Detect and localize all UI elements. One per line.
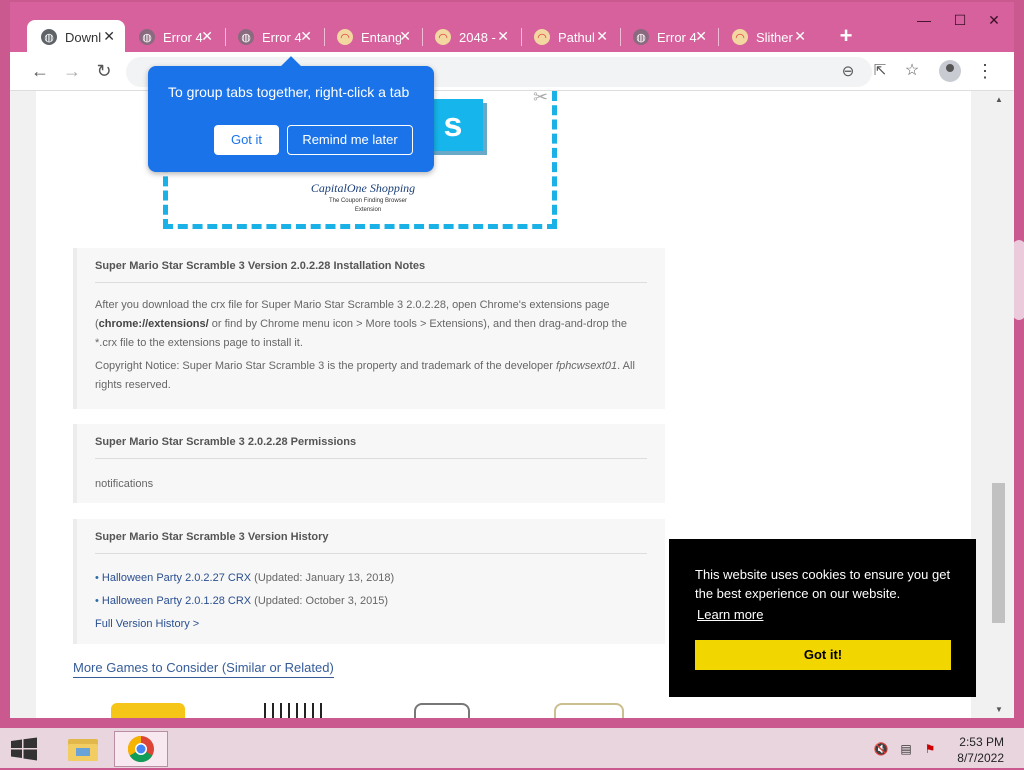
- network-icon[interactable]: ▤: [898, 742, 914, 756]
- close-icon[interactable]: ✕: [596, 29, 608, 43]
- clock-time: 2:53 PM: [959, 735, 1004, 749]
- globe-icon: ◍: [139, 29, 155, 45]
- tab-title: Error 4: [657, 29, 697, 45]
- text-segment: Copyright Notice: Super Mario Star Scram…: [95, 360, 557, 372]
- copyright-notice: Copyright Notice: Super Mario Star Scram…: [95, 357, 647, 395]
- version-history-card: Super Mario Star Scramble 3 Version Hist…: [73, 519, 665, 644]
- tab-error-2[interactable]: ◍ Error 4 ✕: [224, 20, 322, 54]
- close-icon[interactable]: ✕: [300, 29, 312, 43]
- history-entry: • Halloween Party 2.0.1.28 CRX (Updated:…: [95, 592, 647, 611]
- forward-button[interactable]: →: [60, 60, 84, 82]
- game-thumbnail[interactable]: [554, 703, 624, 718]
- history-link[interactable]: Halloween Party 2.0.2.27 CRX: [102, 572, 251, 584]
- page-scrollbar[interactable]: ▲ ▼: [990, 91, 1008, 718]
- rainbow-icon: ◠: [435, 29, 451, 45]
- close-window-button[interactable]: ✕: [982, 10, 1006, 30]
- game-thumbnail[interactable]: [414, 703, 470, 718]
- cookie-banner: This website uses cookies to ensure you …: [669, 539, 976, 697]
- globe-icon: ◍: [633, 29, 649, 45]
- permissions-card: Super Mario Star Scramble 3 2.0.2.28 Per…: [73, 424, 665, 503]
- close-icon[interactable]: ✕: [399, 29, 411, 43]
- chrome-icon: [127, 735, 154, 763]
- tab-title: 2048 -: [459, 29, 496, 45]
- tab-groups-tooltip: To group tabs together, right-click a ta…: [148, 56, 434, 172]
- maximize-button[interactable]: ☐: [948, 10, 972, 30]
- tab-entangled[interactable]: ◠ Entang ✕: [323, 20, 421, 54]
- windows-taskbar: 🔇 ▤ ⚑ 2:53 PM 8/7/2022: [0, 728, 1024, 768]
- scroll-up-arrow[interactable]: ▲: [994, 95, 1004, 104]
- minimize-button[interactable]: —: [912, 10, 936, 30]
- tab-error-3[interactable]: ◍ Error 4 ✕: [619, 20, 717, 54]
- zoom-icon[interactable]: ⊖: [836, 61, 860, 83]
- tooltip-remind-later-button[interactable]: Remind me later: [287, 125, 413, 155]
- bookmark-star-icon[interactable]: ☆: [900, 60, 924, 82]
- game-thumbnail[interactable]: [264, 703, 328, 718]
- profile-avatar[interactable]: [939, 60, 961, 82]
- more-games-heading[interactable]: More Games to Consider (Similar or Relat…: [73, 660, 334, 678]
- chrome-menu-icon[interactable]: ⋮: [976, 60, 994, 82]
- history-date: (Updated: October 3, 2015): [254, 595, 389, 607]
- reload-button[interactable]: ↻: [92, 60, 116, 82]
- capital-one-logo: CapitalOne Shopping: [310, 181, 416, 195]
- close-icon[interactable]: ✕: [794, 29, 806, 43]
- promo-subtitle: The Coupon Finding Browser Extension: [328, 198, 408, 213]
- tab-title: Slither: [756, 29, 793, 45]
- bullet: •: [95, 572, 99, 584]
- tab-title: Error 4: [163, 29, 203, 45]
- cookie-message: This website uses cookies to ensure you …: [695, 567, 951, 601]
- scroll-down-arrow[interactable]: ▼: [994, 705, 1004, 714]
- tab-title: Entang: [361, 29, 401, 45]
- chrome-taskbar-button[interactable]: [114, 731, 168, 767]
- tab-title: Downl: [65, 29, 102, 45]
- volume-muted-icon[interactable]: 🔇: [873, 742, 889, 756]
- tab-title: Error 4: [262, 29, 302, 45]
- install-notes-paragraph: After you download the crx file for Supe…: [95, 296, 647, 353]
- action-center-alert-icon[interactable]: ⚑: [922, 742, 938, 756]
- close-icon[interactable]: ✕: [497, 29, 509, 43]
- globe-icon: ◍: [238, 29, 254, 45]
- full-version-history-link[interactable]: Full Version History >: [95, 618, 199, 630]
- tab-download[interactable]: ◍ Downl ✕: [27, 20, 125, 54]
- tooltip-text: To group tabs together, right-click a ta…: [168, 84, 410, 100]
- tab-strip: ◍ Downl ✕ ◍ Error 4 ✕ ◍ Error 4 ✕ ◠ Enta…: [10, 2, 1014, 54]
- close-icon[interactable]: ✕: [103, 29, 115, 43]
- scroll-thumb[interactable]: [992, 483, 1005, 623]
- rainbow-icon: ◠: [732, 29, 748, 45]
- history-link[interactable]: Halloween Party 2.0.1.28 CRX: [102, 595, 251, 607]
- game-thumbnail[interactable]: [111, 703, 185, 718]
- file-explorer-taskbar-button[interactable]: [56, 731, 110, 767]
- share-icon[interactable]: ⇱: [868, 60, 892, 82]
- bullet: •: [95, 595, 99, 607]
- tooltip-got-it-button[interactable]: Got it: [214, 125, 279, 155]
- close-icon[interactable]: ✕: [201, 29, 213, 43]
- install-notes-card: Super Mario Star Scramble 3 Version 2.0.…: [73, 248, 665, 409]
- close-icon[interactable]: ✕: [695, 29, 707, 43]
- new-tab-button[interactable]: +: [834, 22, 858, 50]
- extensions-url: chrome://extensions/: [98, 318, 209, 330]
- rainbow-icon: ◠: [534, 29, 550, 45]
- clock-date: 8/7/2022: [957, 751, 1004, 765]
- developer-name: fphcwsext01: [556, 360, 618, 372]
- back-button[interactable]: ←: [28, 60, 52, 82]
- history-date: (Updated: January 13, 2018): [254, 572, 395, 584]
- cookie-accept-button[interactable]: Got it!: [695, 640, 951, 670]
- rainbow-icon: ◠: [337, 29, 353, 45]
- tab-title: Pathul: [558, 29, 595, 45]
- scissors-icon: ✂: [533, 91, 549, 107]
- tab-2048[interactable]: ◠ 2048 - ✕: [421, 20, 519, 54]
- tab-slither[interactable]: ◠ Slither ✕: [718, 20, 816, 54]
- system-clock[interactable]: 2:53 PM 8/7/2022: [948, 734, 1004, 766]
- cookie-learn-more-link[interactable]: Learn more: [697, 607, 763, 622]
- history-entry: • Halloween Party 2.0.2.27 CRX (Updated:…: [95, 569, 647, 588]
- tab-error-1[interactable]: ◍ Error 4 ✕: [125, 20, 223, 54]
- version-history-title: Super Mario Star Scramble 3 Version Hist…: [95, 519, 647, 554]
- tab-pathul[interactable]: ◠ Pathul ✕: [520, 20, 618, 54]
- permissions-title: Super Mario Star Scramble 3 2.0.2.28 Per…: [95, 424, 647, 459]
- install-notes-title: Super Mario Star Scramble 3 Version 2.0.…: [95, 248, 647, 283]
- permission-item: notifications: [95, 478, 154, 490]
- history-full-entry: Full Version History >: [95, 615, 647, 634]
- windows-start-icon[interactable]: [10, 737, 38, 761]
- folder-icon: [68, 739, 98, 761]
- globe-icon: ◍: [41, 29, 57, 45]
